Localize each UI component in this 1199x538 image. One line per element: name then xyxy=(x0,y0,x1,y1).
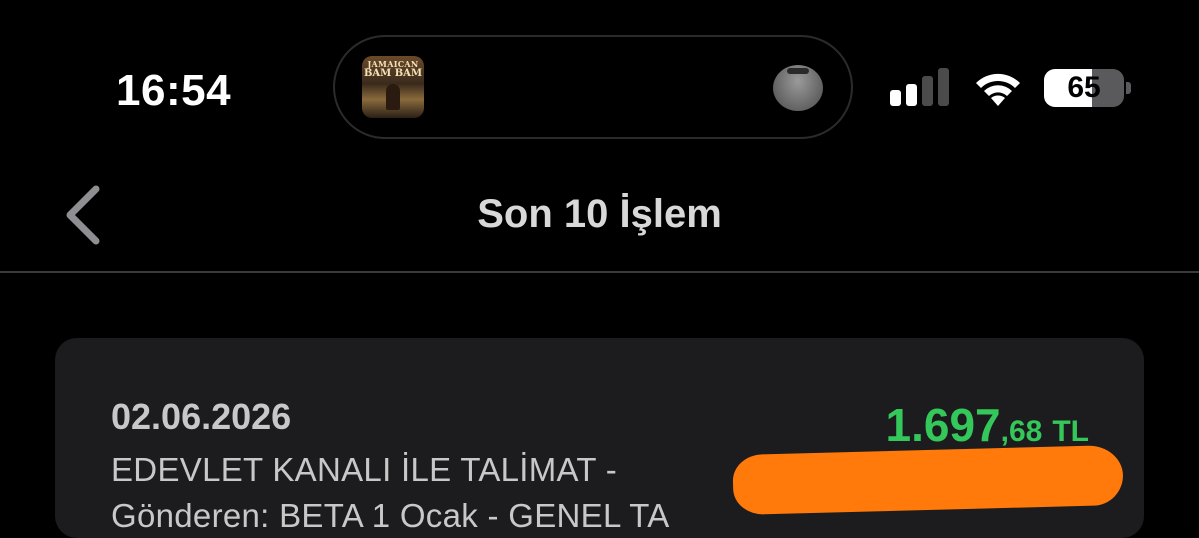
battery-cap xyxy=(1126,82,1131,94)
status-bar-time: 16:54 xyxy=(116,66,232,115)
now-playing-app-thumbnail[interactable]: JAMAICAN BAM BAM xyxy=(362,56,424,118)
page-title: Son 10 İşlem xyxy=(477,192,722,236)
thumbnail-figure xyxy=(386,84,400,110)
transaction-amount: 1.697,68 TL xyxy=(886,398,1090,452)
signal-bar-4 xyxy=(938,68,949,106)
transaction-description: EDEVLET KANALI İLE TALİMAT - xyxy=(111,451,618,488)
amount-integer: 1.697 xyxy=(885,399,1001,451)
amount-decimal: ,68 xyxy=(1000,415,1043,448)
activity-orb-icon xyxy=(773,65,823,111)
cellular-signal-icon xyxy=(890,68,952,108)
dynamic-island[interactable]: JAMAICAN BAM BAM xyxy=(333,35,853,139)
redaction-mark xyxy=(732,444,1124,516)
transaction-date: 02.06.2026 xyxy=(111,396,292,437)
wifi-icon xyxy=(976,73,1020,106)
signal-bar-1 xyxy=(890,90,901,106)
battery-percent: 65 xyxy=(1067,71,1101,104)
transaction-description-line2: Gönderen: BETA 1 Ocak - GENEL TA xyxy=(111,497,670,534)
signal-bar-3 xyxy=(922,76,933,106)
signal-bar-2 xyxy=(906,84,917,106)
thumbnail-text-line2: BAM BAM xyxy=(363,68,423,79)
amount-currency: TL xyxy=(1052,415,1089,448)
nav-divider xyxy=(0,271,1199,273)
